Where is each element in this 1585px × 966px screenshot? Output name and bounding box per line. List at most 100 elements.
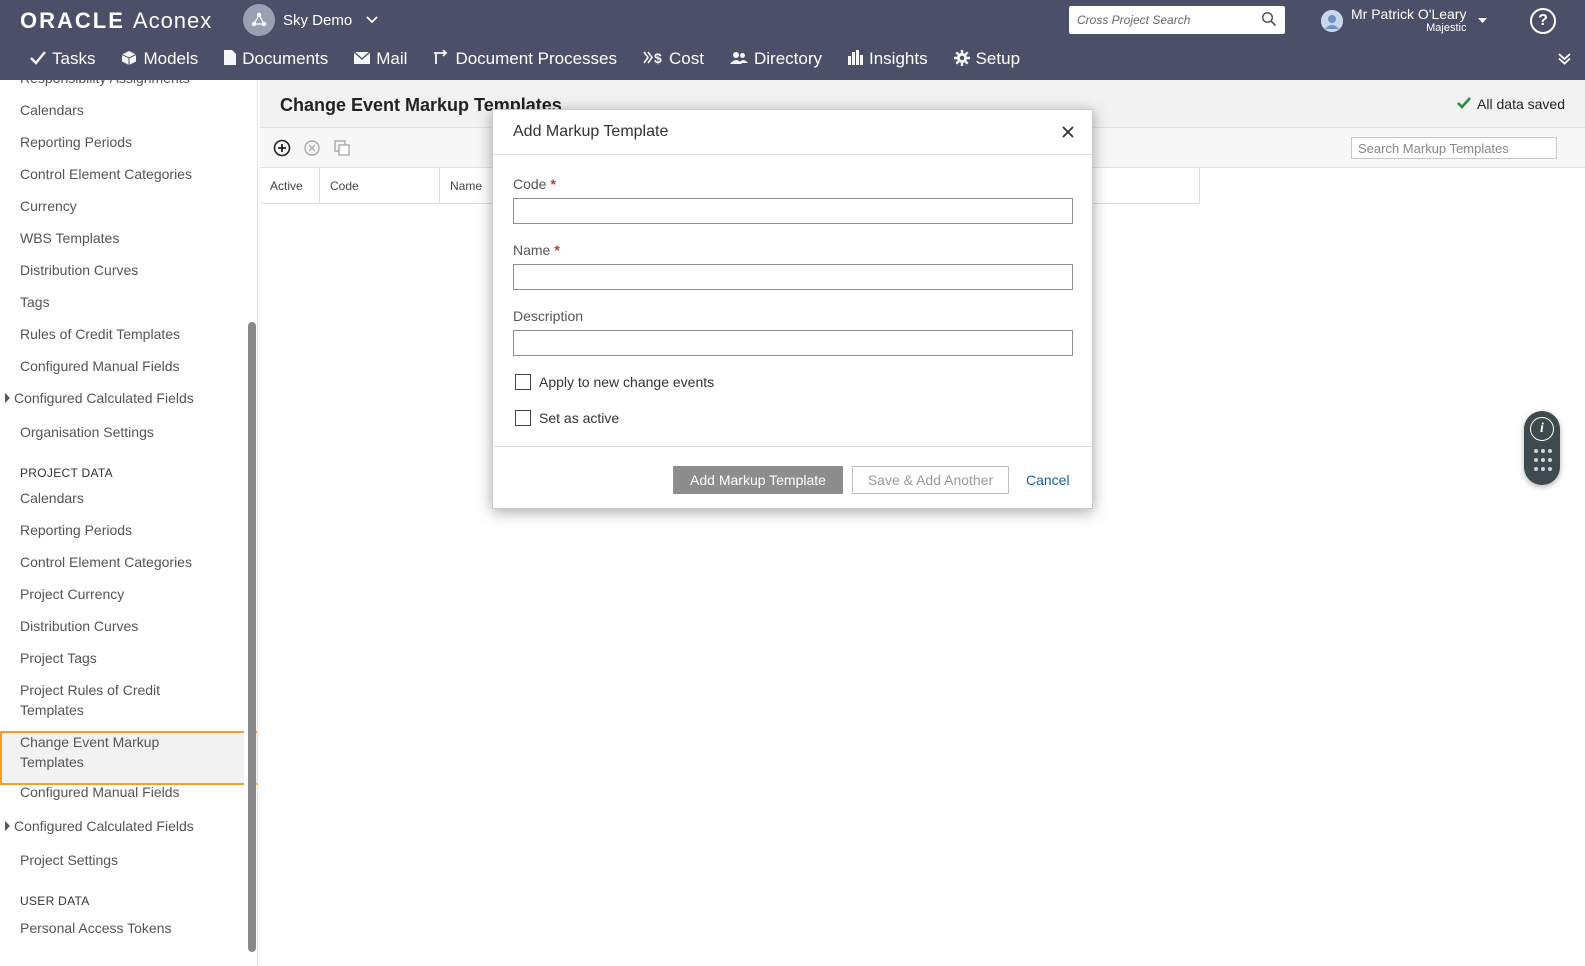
sidebar-item-control-element-categories[interactable]: Control Element Categories (20, 164, 192, 184)
column-header-code[interactable]: Code (320, 168, 440, 204)
nav-label: Documents (242, 49, 329, 68)
user-menu[interactable]: Mr Patrick O'Leary Majestic (1321, 4, 1488, 38)
project-name: Sky Demo (283, 11, 353, 29)
sidebar-item-control-element-categories[interactable]: Control Element Categories (20, 552, 192, 572)
project-switcher[interactable]: Sky Demo (243, 4, 378, 36)
code-field[interactable] (513, 198, 1073, 224)
svg-text:$: $ (654, 50, 662, 65)
required-marker: * (550, 176, 556, 192)
sidebar-item-reporting-periods[interactable]: Reporting Periods (20, 132, 132, 152)
nav-models[interactable]: Models (121, 49, 198, 69)
expand-triangle-icon[interactable] (5, 821, 10, 831)
expand-triangle-icon[interactable] (5, 393, 10, 403)
save-and-add-another-button[interactable]: Save & Add Another (852, 466, 1009, 494)
sidebar-item-project-currency[interactable]: Project Currency (20, 584, 124, 604)
duplicate-icon[interactable] (332, 138, 352, 158)
nav-tasks[interactable]: Tasks (30, 49, 95, 69)
checkmark-icon (1457, 96, 1472, 112)
sidebar-item-configured-manual-fields[interactable]: Configured Manual Fields (20, 782, 180, 802)
nav-insights[interactable]: Insights (848, 49, 928, 69)
floating-help-widget[interactable]: i (1524, 411, 1560, 485)
sidebar-item-label: Configured Calculated Fields (14, 390, 194, 406)
search-markup-templates-input[interactable]: Search Markup Templates (1351, 137, 1557, 159)
nav-label: Mail (376, 49, 408, 68)
double-chevron-down-icon[interactable] (1558, 52, 1571, 68)
keypad-dots-icon[interactable] (1534, 449, 1552, 473)
delete-circle-icon[interactable] (302, 138, 322, 158)
sidebar-item-project-tags[interactable]: Project Tags (20, 648, 97, 668)
sidebar-item-label: Configured Calculated Fields (14, 818, 194, 834)
nav-mail[interactable]: Mail (353, 49, 408, 69)
sidebar-scrollbar-thumb[interactable] (248, 322, 256, 952)
sidebar-item-calendars[interactable]: Calendars (20, 100, 84, 120)
description-field[interactable] (513, 330, 1073, 356)
checkbox-box[interactable] (515, 410, 531, 426)
nav-setup[interactable]: Setup (953, 49, 1021, 69)
name-label-text: Name (513, 242, 551, 258)
sidebar-item-configured-calculated-fields[interactable]: Configured Calculated Fields (5, 816, 214, 836)
sidebar-item-label: Calendars (20, 102, 84, 118)
sidebar-item-calendars[interactable]: Calendars (20, 488, 84, 508)
nav-directory[interactable]: Directory (729, 49, 822, 69)
oracle-aconex-logo[interactable]: ORACLE Aconex (20, 8, 212, 34)
name-field[interactable] (513, 264, 1073, 290)
sidebar-item-distribution-curves[interactable]: Distribution Curves (20, 616, 138, 636)
cancel-button[interactable]: Cancel (1026, 472, 1070, 488)
sidebar-item-rules-of-credit-templates[interactable]: Rules of Credit Templates (20, 324, 180, 344)
top-bar: ORACLE Aconex Sky Demo Cross Project Sear… (0, 0, 1585, 80)
sidebar-item-label: Currency (20, 198, 77, 214)
dialog-header: Add Markup Template (493, 110, 1092, 155)
sidebar-item-configured-manual-fields[interactable]: Configured Manual Fields (20, 356, 180, 376)
sidebar-item-responsibility-assignments[interactable]: Responsibility Assignments (20, 80, 190, 88)
sidebar-item-label: Distribution Curves (20, 618, 139, 634)
checkbox-box[interactable] (515, 374, 531, 390)
nav-cost[interactable]: $ Cost (643, 49, 704, 69)
info-icon[interactable]: i (1530, 417, 1554, 441)
nav-documents[interactable]: Documents (224, 49, 328, 69)
apply-to-new-change-events-checkbox[interactable]: Apply to new change events (515, 374, 714, 390)
project-network-icon (243, 4, 275, 36)
code-label-text: Code (513, 176, 547, 192)
cross-project-search-input[interactable]: Cross Project Search (1069, 6, 1285, 34)
sidebar-item-label: Calendars (20, 490, 84, 506)
envelope-icon (353, 51, 371, 67)
sidebar-item-label: Reporting Periods (20, 522, 133, 538)
gear-icon (953, 49, 970, 69)
required-marker: * (554, 242, 560, 258)
sidebar-item-wbs-templates[interactable]: WBS Templates (20, 228, 119, 248)
search-icon[interactable] (1261, 11, 1277, 30)
sidebar-item-currency[interactable]: Currency (20, 196, 77, 216)
help-icon[interactable]: ? (1530, 8, 1556, 34)
nav-label: Directory (753, 49, 822, 68)
sidebar-item-label: WBS Templates (20, 230, 120, 246)
sidebar-item-label: Project Currency (20, 586, 125, 602)
sidebar-item-project-settings[interactable]: Project Settings (20, 850, 118, 870)
column-header-active[interactable]: Active (260, 168, 320, 204)
sidebar-item-label: Reporting Periods (20, 134, 133, 150)
sidebar-item-personal-access-tokens[interactable]: Personal Access Tokens (20, 918, 172, 938)
sidebar-item-project-rules-of-credit-templates[interactable]: Project Rules of Credit Templates (20, 680, 220, 720)
sidebar-item-label: Project Tags (20, 650, 97, 666)
sidebar-item-distribution-curves[interactable]: Distribution Curves (20, 260, 138, 280)
nav-label: Insights (869, 49, 928, 68)
sidebar-item-configured-calculated-fields[interactable]: Configured Calculated Fields (5, 388, 194, 408)
sidebar-item-tags[interactable]: Tags (20, 292, 50, 312)
sidebar-item-change-event-markup-templates[interactable]: Change Event Markup Templates (20, 732, 220, 772)
sidebar-item-organisation-settings[interactable]: Organisation Settings (20, 422, 154, 442)
nav-document-processes[interactable]: Document Processes (433, 49, 617, 69)
user-name: Mr Patrick O'Leary (1351, 6, 1467, 22)
nav-label: Document Processes (455, 49, 618, 68)
close-icon[interactable] (1062, 122, 1074, 143)
main-navigation: Tasks Models Documents Mail Document Process… (30, 44, 1046, 74)
set-as-active-label: Set as active (539, 410, 620, 426)
add-circle-icon[interactable] (272, 138, 292, 158)
cost-icon: $ (643, 50, 663, 68)
sidebar-item-reporting-periods[interactable]: Reporting Periods (20, 520, 132, 540)
people-icon (729, 51, 748, 68)
workflow-icon (433, 49, 449, 68)
nav-label: Setup (975, 49, 1021, 68)
cube-icon (121, 50, 137, 69)
apply-to-new-change-events-label: Apply to new change events (539, 374, 715, 390)
add-markup-template-button[interactable]: Add Markup Template (673, 466, 843, 494)
set-as-active-checkbox[interactable]: Set as active (515, 410, 619, 426)
